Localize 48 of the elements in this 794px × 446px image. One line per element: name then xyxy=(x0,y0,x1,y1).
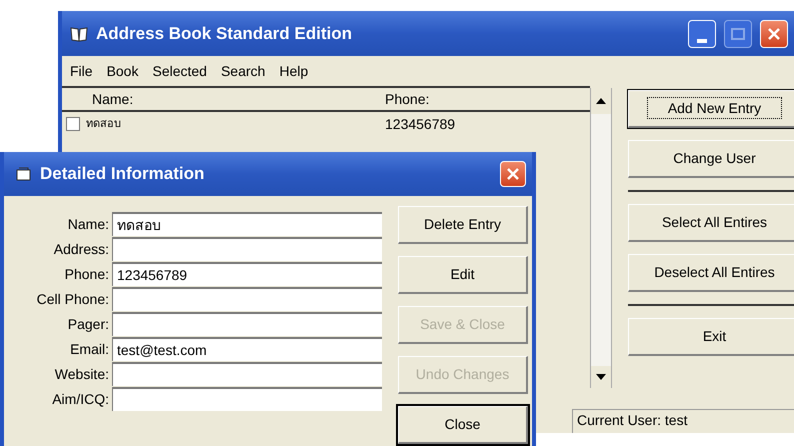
scroll-down-icon xyxy=(596,374,606,380)
close-button[interactable] xyxy=(500,161,526,187)
field-label: Phone: xyxy=(64,264,110,284)
text-field[interactable]: ทดสอบ xyxy=(112,212,382,236)
menu-item[interactable]: Help xyxy=(279,60,308,82)
menu-item[interactable]: Search xyxy=(220,60,266,82)
menu-item[interactable]: File xyxy=(70,60,93,82)
field-label: Address: xyxy=(52,240,110,258)
window-title: Address Book Standard Edition xyxy=(96,22,352,45)
close-button[interactable] xyxy=(760,20,788,48)
card-icon xyxy=(16,167,32,181)
text-field[interactable]: test@test.com xyxy=(112,337,382,361)
action-button[interactable]: Select All Entires xyxy=(628,204,794,242)
dialog-button[interactable]: Delete Entry xyxy=(398,206,528,244)
dialog-button[interactable]: Edit xyxy=(398,256,528,294)
book-icon xyxy=(70,26,88,42)
column-header[interactable]: Phone: xyxy=(385,88,430,110)
status-text: Current User: test xyxy=(572,409,794,433)
text-field[interactable] xyxy=(112,387,382,411)
close-icon xyxy=(767,26,781,40)
field-label: Name: xyxy=(66,214,110,234)
action-button[interactable]: Change User xyxy=(628,140,794,178)
action-button[interactable]: Exit xyxy=(628,318,794,356)
dialog-title: Detailed Information xyxy=(40,163,206,186)
field-label: Email: xyxy=(69,340,110,358)
minimize-button[interactable] xyxy=(688,20,716,48)
action-button[interactable]: Add New Entry xyxy=(628,90,794,128)
menu-item[interactable]: Selected xyxy=(152,60,207,82)
text-field[interactable] xyxy=(112,312,382,336)
action-button[interactable]: Deselect All Entires xyxy=(628,254,794,292)
text-field[interactable]: 123456789 xyxy=(112,262,382,286)
entry-phone[interactable]: 123456789 xyxy=(385,114,456,134)
text-field[interactable] xyxy=(112,237,382,261)
checkbox[interactable] xyxy=(66,117,80,131)
field-label: Website: xyxy=(54,364,110,384)
dialog-button[interactable]: Close xyxy=(398,406,528,444)
column-header[interactable]: Name: xyxy=(62,88,385,110)
text-field[interactable] xyxy=(112,362,382,386)
entry-name[interactable]: ทดสอบ xyxy=(80,116,385,132)
field-label: Aim/ICQ: xyxy=(51,390,110,409)
menu-item[interactable]: Book xyxy=(106,60,138,82)
field-label: Cell Phone: xyxy=(36,290,110,308)
field-label: Pager: xyxy=(66,314,110,334)
text-field[interactable] xyxy=(112,287,382,311)
maximize-icon xyxy=(731,28,745,40)
minimize-icon xyxy=(697,38,707,42)
close-icon xyxy=(506,167,520,181)
scroll-up-icon xyxy=(596,98,606,104)
